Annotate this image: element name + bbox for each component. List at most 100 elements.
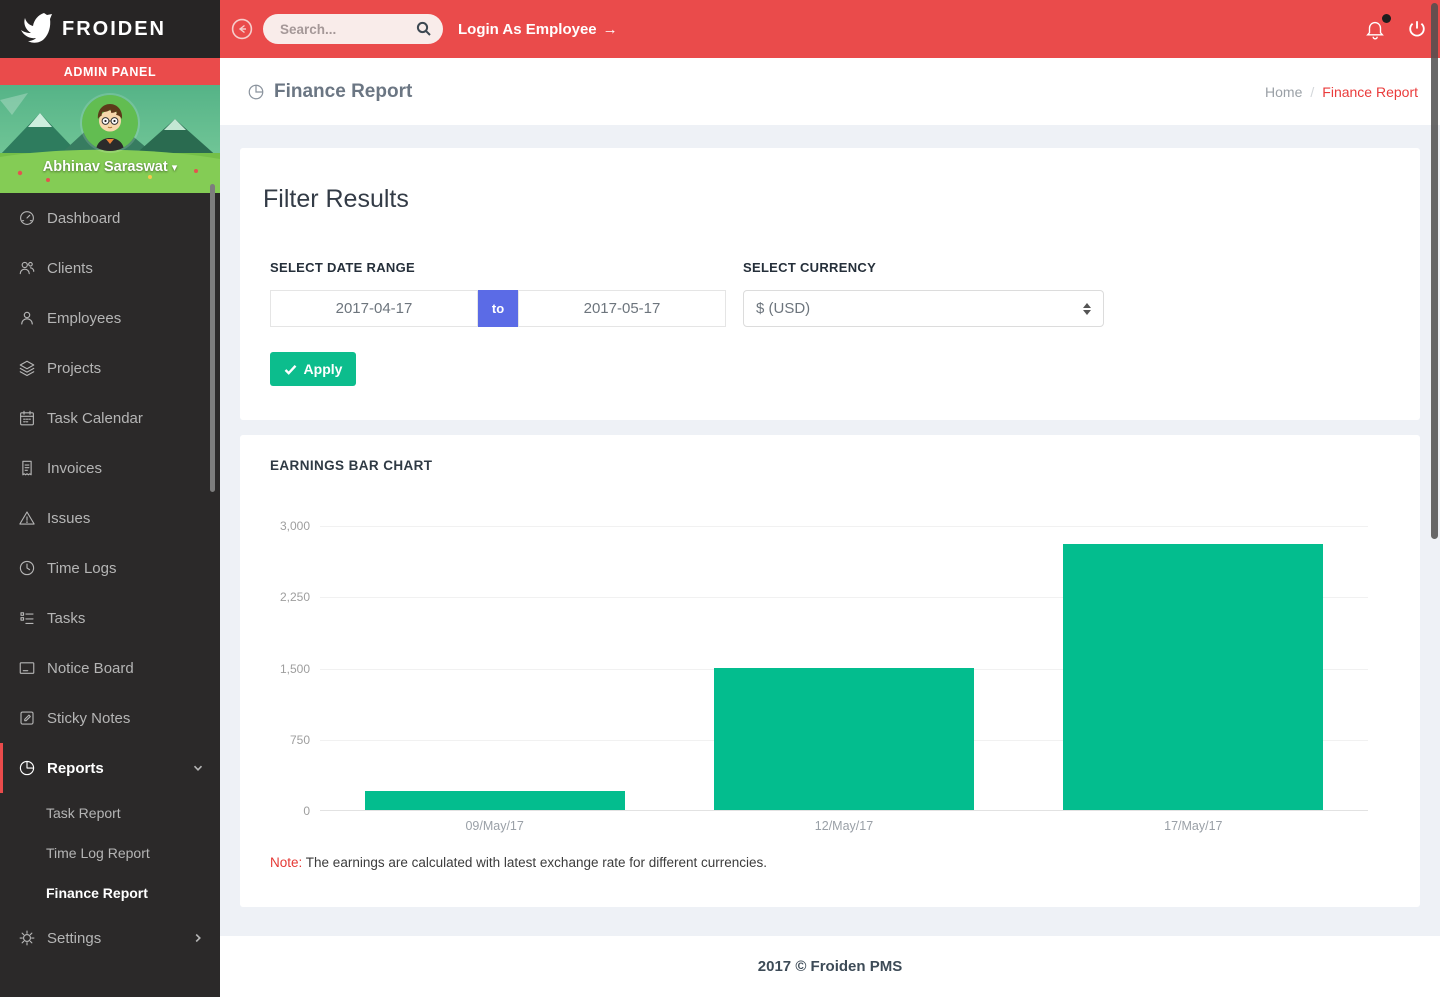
login-as-employee-link[interactable]: Login As Employee → [458, 21, 618, 38]
sidebar: FROIDEN ADMIN PANEL [0, 0, 220, 997]
sidebar-item-projects[interactable]: Projects [0, 343, 220, 393]
sidebar-item-label: Time Logs [47, 560, 116, 577]
logout-power-icon[interactable] [1406, 18, 1428, 40]
caret-down-icon: ▾ [172, 162, 178, 174]
select-arrows-icon [1083, 303, 1091, 315]
invoices-icon [18, 459, 36, 477]
sidebar-menu: Dashboard Clients Employees Projects Task Ca… [0, 193, 220, 963]
bars-container [320, 526, 1368, 810]
sidebar-subitem-time-log-report[interactable]: Time Log Report [0, 833, 220, 873]
notifications-bell-icon[interactable] [1364, 18, 1386, 40]
filter-heading: Filter Results [263, 187, 1390, 212]
sidebar-subitem-task-report[interactable]: Task Report [0, 793, 220, 833]
sidebar-item-tasks[interactable]: Tasks [0, 593, 220, 643]
x-tick-label: 12/May/17 [669, 819, 1018, 833]
bar-12-may-17 [714, 668, 974, 810]
date-range-picker: to [270, 290, 726, 327]
main-content: Filter Results SELECT DATE RANGE SELECT … [220, 125, 1440, 936]
arrow-right-icon: → [603, 21, 618, 38]
issues-icon [18, 509, 36, 527]
y-tick-label: 3,000 [262, 519, 310, 533]
avatar [82, 95, 138, 151]
breadcrumb-current: Finance Report [1322, 84, 1418, 100]
page-title: Finance Report [247, 81, 412, 103]
y-tick-label: 1,500 [262, 662, 310, 676]
sidebar-scrollbar[interactable] [210, 184, 215, 492]
currency-select[interactable]: $ (USD) [743, 290, 1104, 327]
x-tick-label: 09/May/17 [320, 819, 669, 833]
gear-icon [18, 929, 36, 947]
logo-area: FROIDEN [0, 0, 220, 58]
sidebar-item-issues[interactable]: Issues [0, 493, 220, 543]
topbar: Login As Employee → [220, 0, 1440, 58]
sidebar-item-label: Tasks [47, 610, 85, 627]
user-name-dropdown[interactable]: Abhinav Saraswat ▾ [0, 159, 220, 175]
employees-icon [18, 309, 36, 327]
breadcrumb-home[interactable]: Home [1265, 84, 1302, 100]
sticky-notes-icon [18, 709, 36, 727]
tasks-icon [18, 609, 36, 627]
bar-slot [320, 791, 669, 810]
chart-x-axis-labels: 09/May/1712/May/1717/May/17 [320, 819, 1368, 833]
sidebar-item-label: Projects [47, 360, 101, 377]
clients-icon [18, 259, 36, 277]
y-tick-label: 750 [262, 733, 310, 747]
chart-title: EARNINGS BAR CHART [270, 458, 1390, 473]
sidebar-submenu-reports: Task ReportTime Log ReportFinance Report [0, 793, 220, 913]
sidebar-collapse-icon[interactable] [231, 18, 253, 40]
date-to-separator: to [478, 290, 518, 327]
sidebar-item-label: Issues [47, 510, 90, 527]
sidebar-item-time-logs[interactable]: Time Logs [0, 543, 220, 593]
clock-icon [18, 559, 36, 577]
pie-chart-icon [247, 83, 265, 101]
pie-chart-icon [18, 759, 36, 777]
earnings-chart-card: EARNINGS BAR CHART 07501,5002,2503,000 0… [240, 435, 1420, 907]
chart-note: Note: The earnings are calculated with l… [270, 855, 1390, 870]
search-icon[interactable] [416, 21, 432, 37]
date-range-label: SELECT DATE RANGE [270, 260, 726, 275]
user-name: Abhinav Saraswat [43, 159, 168, 175]
sidebar-item-label: Sticky Notes [47, 710, 130, 727]
sidebar-item-task-calendar[interactable]: Task Calendar [0, 393, 220, 443]
chevron-right-icon [192, 932, 204, 944]
footer-copyright: 2017 © Froiden PMS [758, 958, 902, 975]
sidebar-item-label: Settings [47, 930, 101, 947]
check-icon [284, 363, 297, 376]
sidebar-subitem-finance-report[interactable]: Finance Report [0, 873, 220, 913]
date-to-input[interactable] [518, 290, 726, 327]
search-box [263, 14, 443, 44]
bar-chart-plot: 07501,5002,2503,000 [320, 526, 1368, 811]
y-tick-label: 2,250 [262, 590, 310, 604]
y-tick-label: 0 [262, 804, 310, 818]
froiden-bird-logo-icon [14, 9, 54, 49]
date-from-input[interactable] [270, 290, 478, 327]
bar-slot [669, 668, 1018, 810]
currency-label: SELECT CURRENCY [743, 260, 1104, 275]
calendar-icon [18, 409, 36, 427]
apply-button[interactable]: Apply [270, 352, 356, 386]
sidebar-item-label: Employees [47, 310, 121, 327]
sidebar-item-settings[interactable]: Settings [0, 913, 220, 963]
user-profile-area: Abhinav Saraswat ▾ [0, 85, 220, 193]
sidebar-item-label: Clients [47, 260, 93, 277]
sidebar-item-clients[interactable]: Clients [0, 243, 220, 293]
footer: 2017 © Froiden PMS [220, 936, 1440, 997]
filter-card: Filter Results SELECT DATE RANGE SELECT … [240, 148, 1420, 420]
sidebar-item-label: Notice Board [47, 660, 134, 677]
sidebar-item-reports[interactable]: Reports [0, 743, 220, 793]
bar-09-may-17 [365, 791, 625, 810]
sidebar-item-label: Task Calendar [47, 410, 143, 427]
sidebar-item-notice-board[interactable]: Notice Board [0, 643, 220, 693]
notification-dot [1382, 14, 1391, 23]
page-scrollbar[interactable] [1431, 3, 1438, 539]
bar-slot [1019, 544, 1368, 810]
chevron-down-icon [192, 762, 204, 774]
bar-17-may-17 [1063, 544, 1323, 810]
sidebar-item-employees[interactable]: Employees [0, 293, 220, 343]
sidebar-item-invoices[interactable]: Invoices [0, 443, 220, 493]
notice-board-icon [18, 659, 36, 677]
admin-panel-banner: ADMIN PANEL [0, 58, 220, 85]
sidebar-item-dashboard[interactable]: Dashboard [0, 193, 220, 243]
sidebar-item-sticky-notes[interactable]: Sticky Notes [0, 693, 220, 743]
sidebar-item-label: Dashboard [47, 210, 120, 227]
